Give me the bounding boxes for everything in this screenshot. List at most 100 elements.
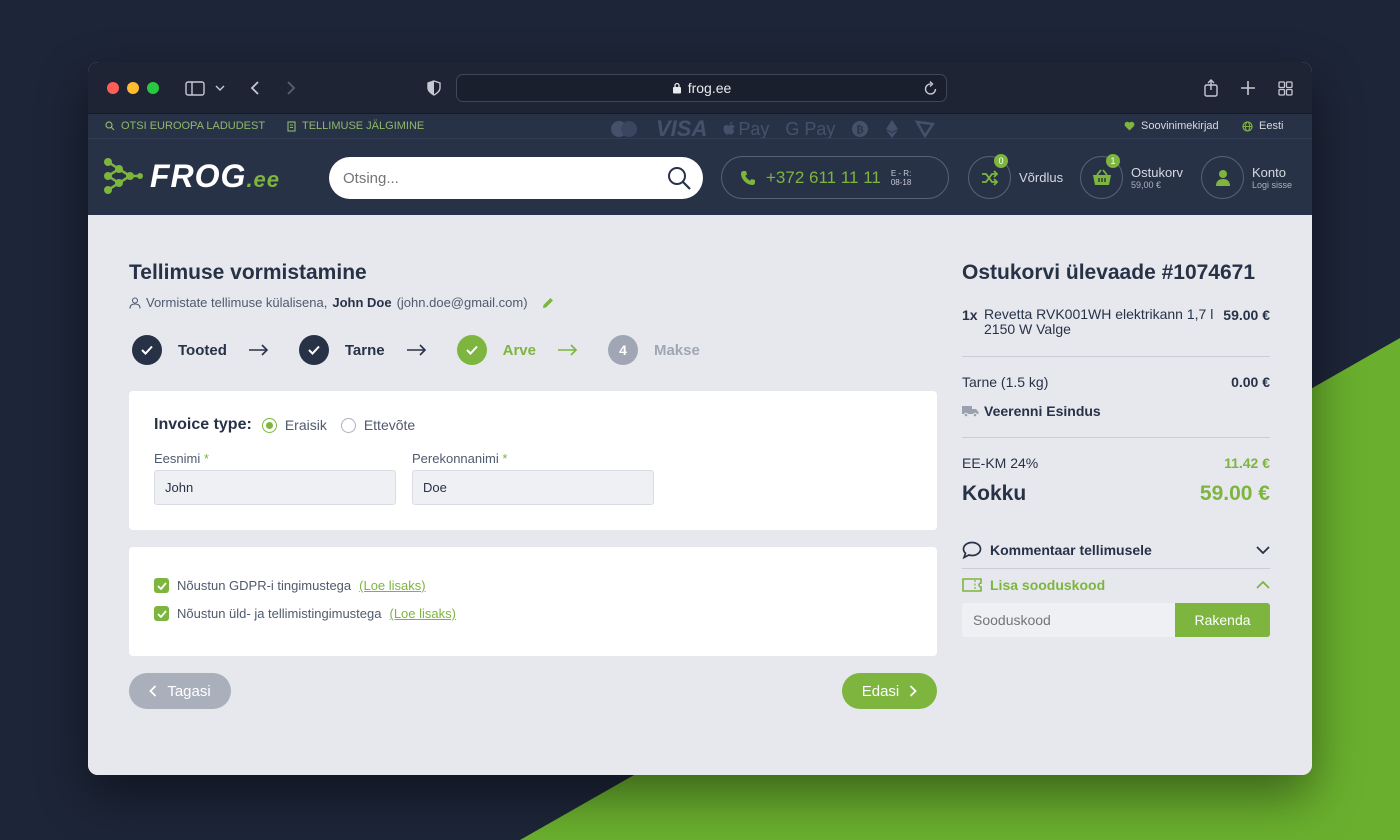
login-label: Logi sisse <box>1252 180 1293 190</box>
chevron-up-icon <box>1256 581 1270 589</box>
radio-eraisik-label[interactable]: Eraisik <box>285 417 327 433</box>
wishlist-link[interactable]: Soovinimekirjad <box>1124 114 1219 138</box>
shuffle-icon <box>981 169 998 186</box>
svg-text:₿: ₿ <box>857 123 865 136</box>
next-button[interactable]: Edasi <box>842 673 937 709</box>
step-label: Tooted <box>178 341 227 359</box>
radio-ettevote-label[interactable]: Ettevõte <box>364 417 415 433</box>
back-arrow-icon[interactable] <box>248 76 262 100</box>
back-button[interactable]: Tagasi <box>129 673 231 709</box>
step-tooted[interactable]: Tooted <box>132 335 227 365</box>
compare-button[interactable]: 0 Võrdlus <box>968 154 1064 199</box>
coupon-form: Rakenda <box>962 603 1270 637</box>
address-bar[interactable]: frog.ee <box>456 74 947 102</box>
total-row: Kokku 59.00 € <box>962 482 1270 506</box>
search-box[interactable] <box>329 157 703 199</box>
order-tracking-link[interactable]: TELLIMUSE JÄLGIMINE <box>287 114 424 138</box>
step-tarne[interactable]: Tarne <box>298 335 385 365</box>
coupon-accordion[interactable]: Lisa sooduskood <box>962 577 1270 593</box>
search-input[interactable] <box>343 169 643 187</box>
pencil-edit-icon[interactable] <box>541 296 555 310</box>
url-text: frog.ee <box>687 80 732 96</box>
apple-icon <box>723 121 736 135</box>
checkout-content: Tellimuse vormistamine Vormistate tellim… <box>88 215 1312 775</box>
apply-coupon-button[interactable]: Rakenda <box>1175 603 1270 637</box>
step-label: Arve <box>502 341 536 359</box>
coupon-ticket-icon <box>962 578 982 592</box>
chevron-right-icon <box>910 685 918 697</box>
close-window-button[interactable] <box>107 82 119 94</box>
share-icon[interactable] <box>1203 76 1219 100</box>
minimize-window-button[interactable] <box>127 82 139 94</box>
bitcoin-logo-icon: ₿ <box>852 121 869 137</box>
gdpr-checkbox[interactable] <box>154 578 169 593</box>
cart-button[interactable]: 1 Ostukorv 59,00 € <box>1080 154 1183 199</box>
forward-arrow-icon[interactable] <box>284 76 298 100</box>
step-makse: 4 Makse <box>607 335 700 365</box>
account-button[interactable]: Konto Logi sisse <box>1201 156 1292 199</box>
terms-checkbox[interactable] <box>154 606 169 621</box>
compare-icon-circle: 0 <box>968 154 1011 199</box>
divider <box>962 568 1270 569</box>
page-title: Tellimuse vormistamine <box>129 261 367 284</box>
radio-eraisik[interactable] <box>261 417 277 433</box>
cart-count-badge: 1 <box>1106 154 1120 168</box>
terms-card: Nõustun GDPR-i tingimustega (Loe lisaks)… <box>129 547 937 656</box>
user-outline-icon <box>129 296 141 309</box>
document-icon <box>287 120 296 132</box>
basket-icon <box>1092 169 1111 185</box>
back-label: Tagasi <box>167 682 211 700</box>
language-selector[interactable]: Eesti <box>1242 114 1283 138</box>
tab-overview-icon[interactable] <box>1277 76 1293 100</box>
next-label: Edasi <box>861 682 900 700</box>
guest-info: Vormistate tellimuse külalisena, John Doe… <box>129 295 555 310</box>
item-name: Revetta RVK001WH elektrikann 1,7 l 2150 … <box>984 306 1214 337</box>
comment-label: Kommentaar tellimusele <box>990 542 1152 558</box>
new-tab-plus-icon[interactable] <box>1240 76 1256 100</box>
checkout-steps: Tooted Tarne Arve 4 Makse <box>132 334 700 366</box>
eu-warehouses-link[interactable]: OTSI EUROOPA LADUDEST <box>105 114 265 138</box>
invoice-type-label: Invoice type: <box>154 416 252 433</box>
privacy-shield-icon[interactable] <box>426 76 442 100</box>
check-icon <box>456 335 487 365</box>
reload-icon[interactable] <box>924 80 938 96</box>
arrow-right-icon <box>557 344 578 356</box>
invoice-card: Invoice type: Eraisik Ettevõte Eesnimi *… <box>129 391 937 530</box>
chevron-left-icon <box>149 685 157 697</box>
last-name-field[interactable] <box>412 470 654 505</box>
sidebar-toggle-icon[interactable] <box>184 76 206 100</box>
step-label: Makse <box>653 341 700 359</box>
guest-name: John Doe <box>332 295 392 310</box>
step-arve[interactable]: Arve <box>456 335 536 365</box>
chevron-down-icon[interactable] <box>214 76 226 100</box>
check-icon <box>132 335 162 365</box>
summary-title: Ostukorvi ülevaade #1074671 <box>962 261 1256 284</box>
search-icon <box>105 121 115 131</box>
arrow-right-icon <box>248 344 269 356</box>
google-pay-logo: G Pay <box>785 118 836 139</box>
cart-item: 1x Revetta RVK001WH elektrikann 1,7 l 21… <box>962 307 1270 337</box>
search-icon[interactable] <box>667 166 691 190</box>
compare-label: Võrdlus <box>1019 170 1064 185</box>
wishlist-label: Soovinimekirjad <box>1141 120 1219 132</box>
phone-contact[interactable]: +372 611 11 11 E - R: 08-18 <box>721 156 949 199</box>
cart-text: Ostukorv 59,00 € <box>1131 165 1183 190</box>
coupon-input[interactable] <box>962 603 1175 637</box>
tron-logo-icon <box>915 120 936 138</box>
frog-logo[interactable]: FROG.ee <box>102 156 280 196</box>
guest-prefix: Vormistate tellimuse külalisena, <box>146 295 328 310</box>
shipping-price: 0.00 € <box>1231 374 1270 390</box>
gdpr-read-more-link[interactable]: (Loe lisaks) <box>359 578 425 593</box>
lock-icon <box>672 82 681 94</box>
delivery-truck-icon <box>962 406 979 417</box>
radio-ettevote[interactable] <box>340 417 356 433</box>
account-label: Konto <box>1252 165 1286 180</box>
terms-read-more-link[interactable]: (Loe lisaks) <box>389 606 455 621</box>
browser-titlebar: frog.ee <box>88 62 1312 114</box>
maximize-window-button[interactable] <box>147 82 159 94</box>
phone-icon <box>741 170 755 185</box>
first-name-field[interactable] <box>154 470 396 505</box>
chat-bubble-icon <box>962 541 982 559</box>
comment-accordion[interactable]: Kommentaar tellimusele <box>962 541 1270 559</box>
guest-email: (john.doe@gmail.com) <box>396 295 528 310</box>
